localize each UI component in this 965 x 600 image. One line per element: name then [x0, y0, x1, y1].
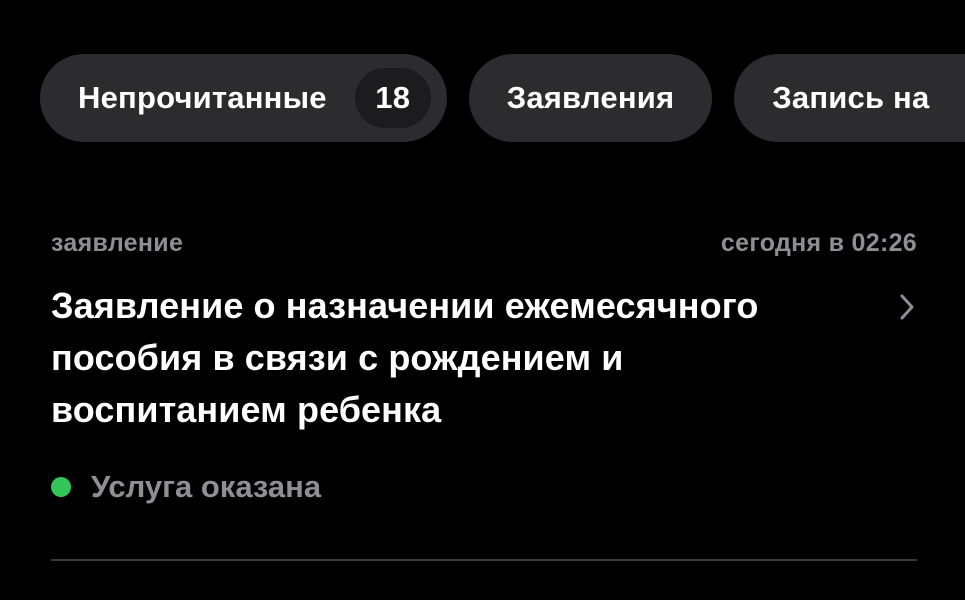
- divider: [51, 559, 917, 561]
- status-text: Услуга оказана: [91, 469, 322, 504]
- filter-chips: Непрочитанные 18 Заявления Запись на: [40, 54, 965, 142]
- chevron-right-icon[interactable]: [897, 292, 917, 322]
- item-timestamp: сегодня в 02:26: [720, 228, 917, 257]
- filter-chip-applications[interactable]: Заявления: [468, 54, 713, 142]
- filter-chip-unread[interactable]: Непрочитанные 18: [40, 54, 447, 142]
- filter-chip-appointments-label: Запись на: [772, 80, 930, 115]
- unread-count-badge: 18: [354, 68, 431, 128]
- filter-chip-applications-label: Заявления: [506, 80, 675, 115]
- item-category: заявление: [51, 228, 184, 257]
- item-title-row: Заявление о назначении ежемесячного посо…: [51, 280, 917, 436]
- status-dot-icon: [51, 477, 71, 497]
- item-meta: заявление сегодня в 02:26: [51, 226, 917, 260]
- filter-chip-appointments[interactable]: Запись на: [734, 54, 965, 142]
- item-status: Услуга оказана: [51, 469, 917, 505]
- notification-item[interactable]: заявление сегодня в 02:26 Заявление о на…: [51, 226, 917, 505]
- filter-chip-unread-label: Непрочитанные: [78, 80, 327, 115]
- item-title: Заявление о назначении ежемесячного посо…: [51, 285, 759, 430]
